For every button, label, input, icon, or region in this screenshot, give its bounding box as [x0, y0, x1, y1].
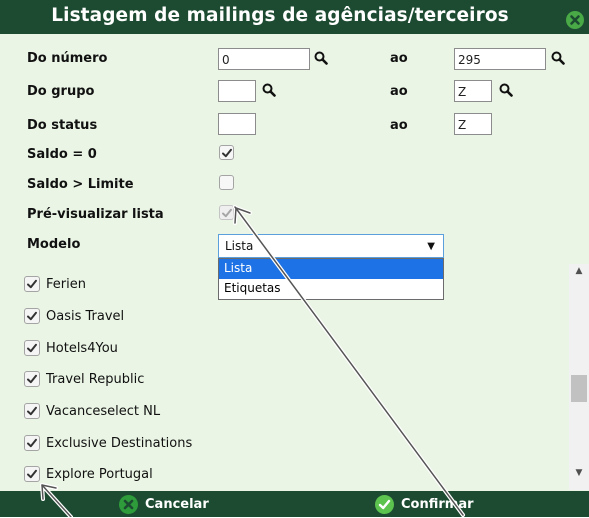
- cancel-icon: [119, 495, 138, 514]
- cancel-button[interactable]: Cancelar: [119, 494, 229, 516]
- scrollbar-thumb[interactable]: [571, 375, 587, 402]
- search-icon[interactable]: [551, 51, 565, 65]
- agency-checkbox[interactable]: [24, 403, 40, 419]
- numero-to-input[interactable]: 295: [454, 48, 546, 70]
- confirm-button[interactable]: Confirmar: [375, 494, 495, 516]
- scroll-up-arrow-icon[interactable]: ▲: [569, 266, 589, 280]
- cancel-label: Cancelar: [145, 497, 209, 512]
- agency-name: Oasis Travel: [46, 309, 125, 324]
- agency-name: Exclusive Destinations: [46, 436, 193, 451]
- confirm-label: Confirmar: [401, 497, 474, 512]
- confirm-check-icon: [375, 495, 394, 514]
- search-icon[interactable]: [499, 83, 513, 97]
- agency-checkbox[interactable]: [24, 371, 40, 387]
- saldo-zero-label: Saldo = 0: [27, 147, 97, 162]
- pre-visualizar-label: Pré-visualizar lista: [27, 207, 164, 222]
- modelo-select-value: Lista: [225, 239, 254, 253]
- saldo-zero-checkbox[interactable]: [219, 145, 234, 160]
- saldo-limite-label: Saldo > Limite: [27, 177, 134, 192]
- agency-checkbox[interactable]: [24, 435, 40, 451]
- status-to-input[interactable]: Z: [454, 113, 492, 135]
- numero-from-input[interactable]: 0: [218, 48, 310, 70]
- pre-visualizar-checkbox[interactable]: [219, 205, 234, 220]
- agency-checkbox[interactable]: [24, 308, 40, 324]
- grupo-to-input[interactable]: Z: [454, 80, 492, 102]
- status-to-label: ao: [390, 118, 408, 133]
- agency-checkbox[interactable]: [24, 466, 40, 482]
- grupo-label: Do grupo: [27, 84, 95, 99]
- agency-checkbox[interactable]: [24, 340, 40, 356]
- close-icon[interactable]: [566, 11, 584, 29]
- title-bar: Listagem de mailings de agências/terceir…: [0, 0, 589, 34]
- agency-name: Travel Republic: [46, 372, 145, 387]
- agency-name: Explore Portugal: [46, 467, 153, 482]
- modelo-select[interactable]: Lista ▼: [218, 234, 444, 258]
- status-label: Do status: [27, 118, 98, 133]
- scroll-down-arrow-icon[interactable]: ▼: [569, 468, 589, 482]
- search-icon[interactable]: [314, 51, 328, 65]
- option-lista[interactable]: Lista: [219, 259, 443, 279]
- status-from-input[interactable]: [218, 113, 256, 135]
- modelo-label: Modelo: [27, 237, 81, 252]
- caret-down-icon: ▼: [427, 241, 435, 252]
- agency-name: Hotels4You: [46, 341, 118, 356]
- numero-to-label: ao: [390, 51, 408, 66]
- search-icon[interactable]: [262, 83, 276, 97]
- agency-name: Ferien: [46, 277, 86, 292]
- grupo-from-input[interactable]: [218, 80, 256, 102]
- modelo-dropdown: Lista Etiquetas: [218, 258, 444, 300]
- grupo-to-label: ao: [390, 84, 408, 99]
- dialog-title: Listagem de mailings de agências/terceir…: [51, 5, 509, 26]
- option-etiquetas[interactable]: Etiquetas: [219, 279, 443, 299]
- mailing-dialog: Listagem de mailings de agências/terceir…: [0, 0, 589, 517]
- agency-name: Vacanceselect NL: [46, 404, 161, 419]
- saldo-limite-checkbox[interactable]: [219, 175, 234, 190]
- numero-label: Do número: [27, 51, 108, 66]
- footer-bar: Cancelar Confirmar: [0, 491, 589, 517]
- agency-checkbox[interactable]: [24, 276, 40, 292]
